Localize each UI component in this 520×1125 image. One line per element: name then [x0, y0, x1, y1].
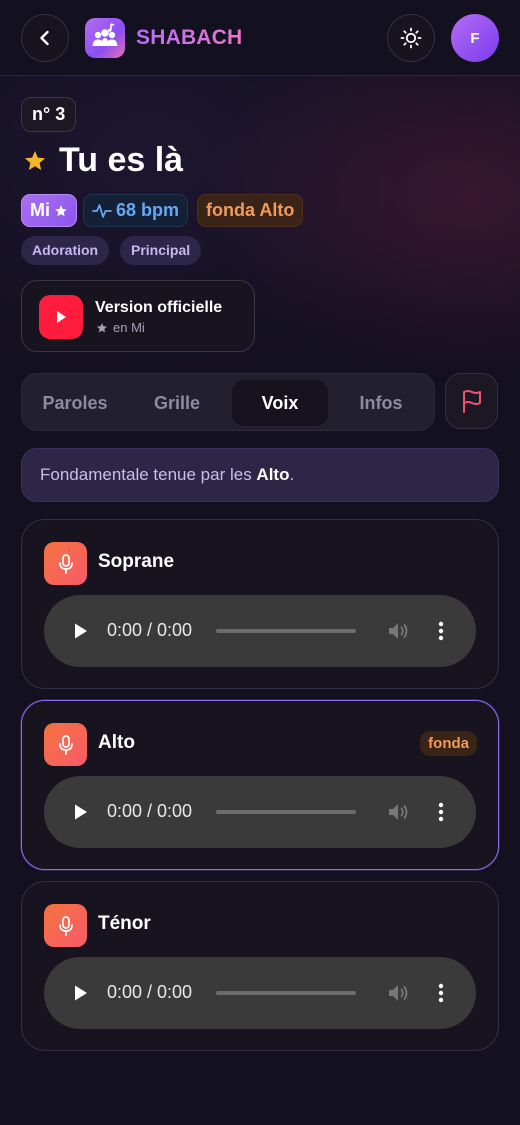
- video-title: Version officielle: [95, 299, 223, 316]
- video-key-label: en Mi: [113, 320, 145, 335]
- play-icon: [57, 311, 66, 323]
- bpm-chip: 68 bpm: [83, 194, 189, 227]
- tag-principal[interactable]: Principal: [120, 236, 202, 265]
- voice-card-alto: Alto fonda 0:00 / 0:00: [21, 700, 499, 870]
- audio-player: 0:00 / 0:00: [44, 957, 476, 1029]
- audio-time: 0:00 / 0:00: [107, 982, 193, 1002]
- star-small-icon: [97, 322, 107, 332]
- back-button[interactable]: [21, 14, 69, 62]
- play-icon[interactable]: [72, 803, 90, 821]
- tab-grille[interactable]: Grille: [128, 380, 226, 426]
- voice-card-soprane: Soprane 0:00 / 0:00: [21, 519, 499, 689]
- music-group-logo: [92, 23, 118, 46]
- banner-prefix: Fondamentale tenue par les: [40, 465, 257, 484]
- voice-name: Soprane: [98, 551, 175, 572]
- key-label: Mi: [30, 200, 50, 220]
- chevron-left-icon: [40, 30, 49, 46]
- microphone-icon: [58, 734, 73, 755]
- audio-time: 0:00 / 0:00: [107, 801, 193, 821]
- mic-badge: [44, 723, 87, 766]
- volume-icon[interactable]: [387, 801, 411, 823]
- youtube-button[interactable]: [39, 295, 83, 339]
- volume-icon[interactable]: [387, 620, 411, 642]
- microphone-icon: [58, 553, 73, 574]
- pulse-icon: [92, 203, 112, 218]
- official-version-card[interactable]: Version officielle en Mi: [21, 280, 255, 352]
- banner-suffix: .: [289, 465, 295, 484]
- audio-progress-track[interactable]: [216, 629, 356, 633]
- fundamental-info-banner: Fondamentale tenue par les Alto.: [21, 448, 499, 502]
- sun-icon: [400, 27, 422, 49]
- app-header: SHABACH F: [0, 0, 520, 76]
- fonda-badge: fonda: [420, 731, 477, 756]
- volume-icon[interactable]: [387, 982, 411, 1004]
- user-avatar[interactable]: F: [451, 14, 499, 62]
- audio-player: 0:00 / 0:00: [44, 776, 476, 848]
- banner-voice: Alto: [256, 465, 290, 484]
- tag-adoration[interactable]: Adoration: [21, 236, 110, 265]
- audio-progress-track[interactable]: [216, 810, 356, 814]
- audio-time: 0:00 / 0:00: [107, 620, 193, 640]
- microphone-icon: [58, 915, 73, 936]
- tab-bar: Paroles Grille Voix Infos: [21, 373, 435, 431]
- report-button[interactable]: [445, 373, 498, 429]
- voice-name: Ténor: [98, 913, 151, 934]
- star-small-icon: [55, 204, 67, 216]
- tab-paroles[interactable]: Paroles: [26, 380, 124, 426]
- mic-badge: [44, 542, 87, 585]
- flag-icon: [462, 390, 481, 413]
- voice-name: Alto: [98, 732, 135, 753]
- app-logo[interactable]: [85, 18, 125, 58]
- fonda-chip: fonda Alto: [197, 194, 304, 227]
- song-title: Tu es là: [59, 141, 184, 179]
- tab-voix[interactable]: Voix: [232, 380, 328, 426]
- mic-badge: [44, 904, 87, 947]
- key-chip: Mi: [21, 194, 77, 227]
- play-icon[interactable]: [72, 622, 90, 640]
- star-icon[interactable]: [23, 149, 47, 173]
- video-subtitle: en Mi: [96, 320, 145, 335]
- brand-name: SHABACH: [136, 26, 243, 49]
- more-options-icon[interactable]: [438, 620, 444, 642]
- tab-infos[interactable]: Infos: [332, 380, 430, 426]
- song-number-badge: n° 3: [21, 97, 77, 132]
- audio-player: 0:00 / 0:00: [44, 595, 476, 667]
- play-icon[interactable]: [72, 984, 90, 1002]
- bpm-label: 68 bpm: [116, 200, 180, 220]
- more-options-icon[interactable]: [438, 801, 444, 823]
- audio-progress-track[interactable]: [216, 991, 356, 995]
- voice-card-tenor: Ténor 0:00 / 0:00: [21, 881, 499, 1051]
- theme-toggle-button[interactable]: [387, 14, 435, 62]
- more-options-icon[interactable]: [438, 982, 444, 1004]
